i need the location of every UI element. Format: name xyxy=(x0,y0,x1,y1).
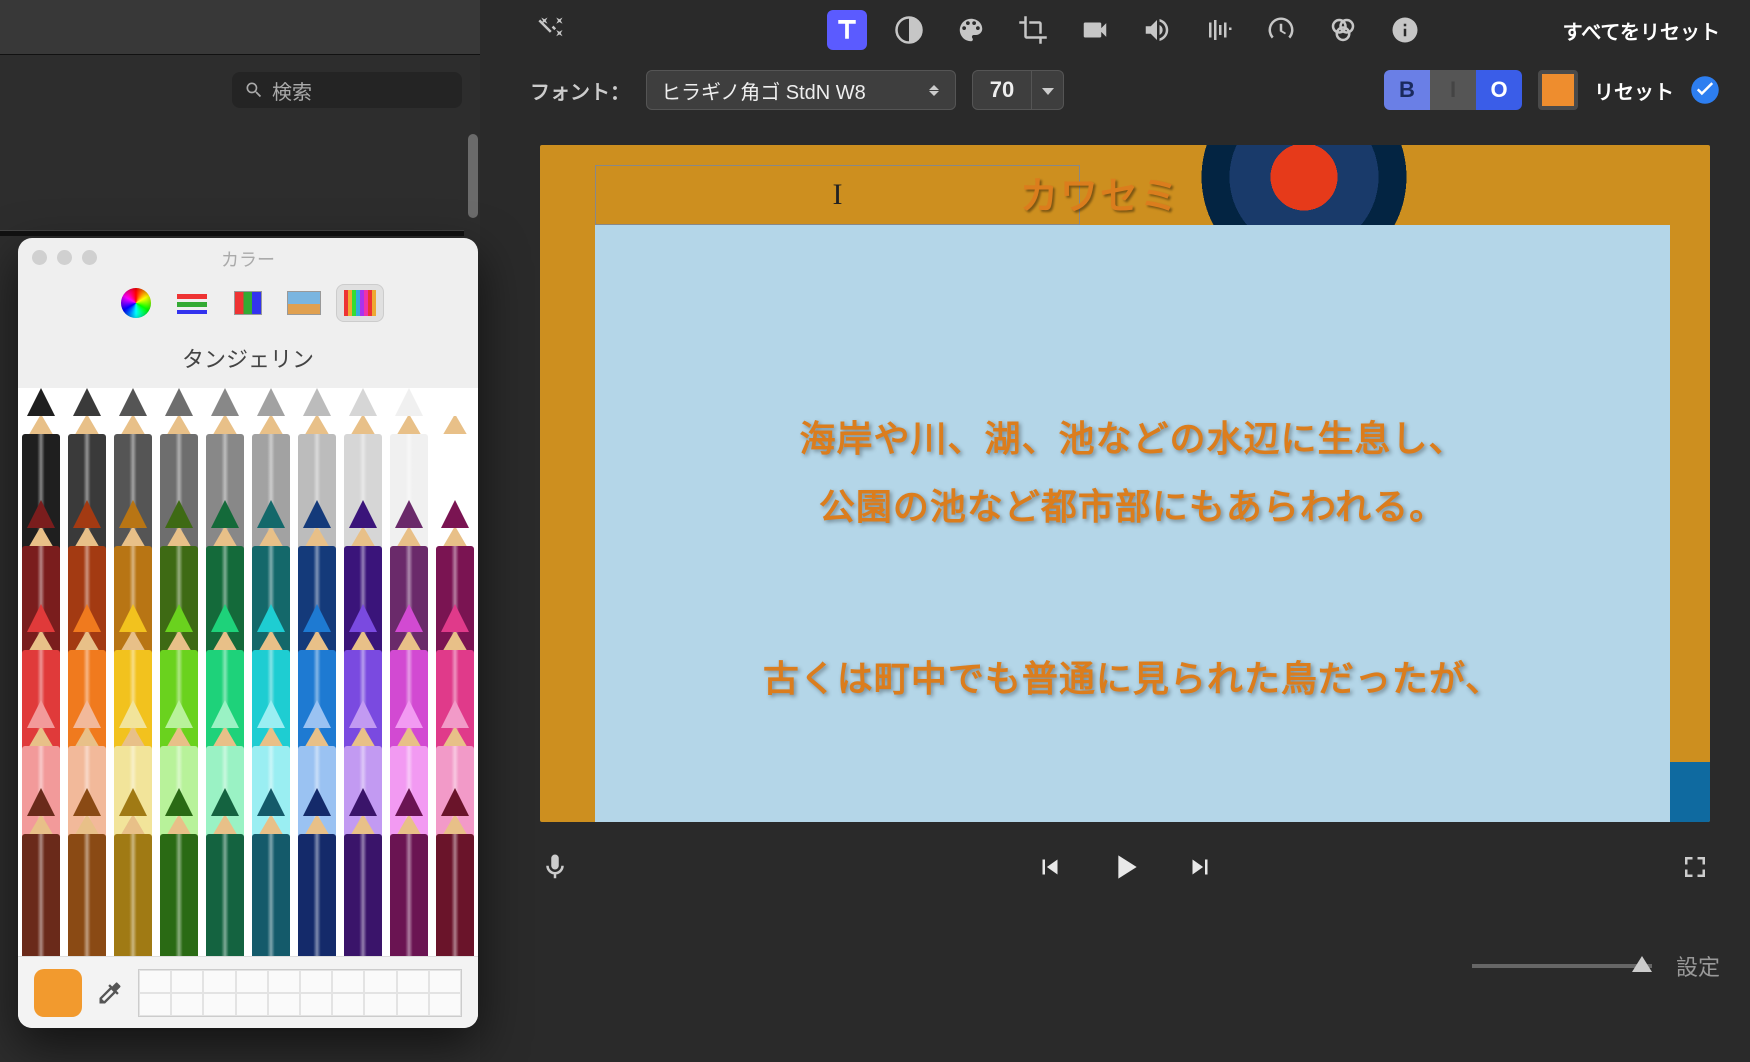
body-text-block[interactable]: 海岸や川、湖、池などの水辺に生息し、 公園の池など都市部にもあらわれる。 古くは… xyxy=(595,225,1670,822)
crop-tab-icon[interactable] xyxy=(1013,10,1053,50)
prev-frame-icon[interactable] xyxy=(1035,852,1065,882)
magic-wand-icon[interactable] xyxy=(530,10,570,50)
font-label: フォント： xyxy=(530,76,630,105)
stabilize-tab-icon[interactable] xyxy=(1075,10,1115,50)
color-pencils-tab[interactable] xyxy=(336,284,384,322)
title-text[interactable]: カワセミ xyxy=(1020,165,1180,220)
search-placeholder: 検索 xyxy=(272,76,312,105)
speed-tab-icon[interactable] xyxy=(1261,10,1301,50)
color-balance-tab-icon[interactable] xyxy=(1323,10,1363,50)
color-picker-panel: カラー タンジェリン xyxy=(18,238,478,1028)
current-color-swatch[interactable] xyxy=(34,969,82,1017)
body-line: 公園の池など都市部にもあらわれる。 xyxy=(595,473,1670,541)
font-select-value: ヒラギノ角ゴ StdN W8 xyxy=(661,76,866,105)
next-frame-icon[interactable] xyxy=(1185,852,1215,882)
font-size-stepper[interactable] xyxy=(1032,70,1064,110)
color-sliders-tab[interactable] xyxy=(168,284,216,322)
font-select[interactable]: ヒラギノ角ゴ StdN W8 xyxy=(646,70,956,110)
swatch-wells[interactable] xyxy=(138,969,462,1017)
equalizer-tab-icon[interactable] xyxy=(1199,10,1239,50)
zoom-thumb[interactable] xyxy=(1632,956,1652,972)
chevron-updown-icon xyxy=(927,85,941,96)
pencil-color[interactable] xyxy=(432,788,478,956)
pencils-icon xyxy=(344,290,376,316)
filter-tab-icon[interactable] xyxy=(889,10,929,50)
color-wheel-icon xyxy=(121,288,151,318)
apply-check-icon[interactable] xyxy=(1690,75,1720,105)
text-cursor-icon: I xyxy=(833,178,843,212)
reset-all-button[interactable]: すべてをリセット xyxy=(1563,16,1720,45)
title-text-input[interactable]: I xyxy=(595,165,1080,225)
italic-button[interactable]: I xyxy=(1430,70,1476,110)
reset-button[interactable]: リセット xyxy=(1594,76,1674,105)
color-palettes-tab[interactable] xyxy=(224,284,272,322)
font-size-input[interactable]: 70 xyxy=(972,70,1032,110)
video-preview[interactable]: I カワセミ 海岸や川、湖、池などの水辺に生息し、 公園の池など都市部にもあらわ… xyxy=(540,145,1710,822)
fullscreen-icon[interactable] xyxy=(1680,852,1710,882)
pencil-color[interactable] xyxy=(248,788,294,956)
pencil-color[interactable] xyxy=(18,788,64,956)
outline-button[interactable]: O xyxy=(1476,70,1522,110)
pencil-grid xyxy=(18,388,478,956)
zoom-slider[interactable] xyxy=(1472,964,1652,968)
pencil-color[interactable] xyxy=(386,788,432,956)
selected-color-name: タンジェリン xyxy=(18,336,478,388)
pencil-color[interactable] xyxy=(110,788,156,956)
search-icon xyxy=(244,80,264,100)
pencil-color[interactable] xyxy=(294,788,340,956)
color-tab-icon[interactable] xyxy=(951,10,991,50)
pencil-color[interactable] xyxy=(202,788,248,956)
color-wheel-tab[interactable] xyxy=(112,284,160,322)
palette-icon xyxy=(234,291,262,315)
sidebar-scrollbar[interactable] xyxy=(468,134,478,218)
voiceover-icon[interactable] xyxy=(540,848,570,886)
sliders-icon xyxy=(177,292,207,314)
bold-button[interactable]: B xyxy=(1384,70,1430,110)
eyedropper-icon[interactable] xyxy=(96,979,124,1007)
inspector-toolbar: すべてをリセット xyxy=(500,0,1750,60)
play-icon[interactable] xyxy=(1105,847,1145,887)
body-line: 海岸や川、湖、池などの水辺に生息し、 xyxy=(595,405,1670,473)
color-panel-title: カラー xyxy=(18,246,478,272)
search-input[interactable]: 検索 xyxy=(232,72,462,108)
color-image-tab[interactable] xyxy=(280,284,328,322)
pencil-color[interactable] xyxy=(64,788,110,956)
body-line: 古くは町中でも普通に見られた鳥だったが、 xyxy=(595,645,1670,713)
pencil-color[interactable] xyxy=(156,788,202,956)
text-style-group: B I O xyxy=(1384,70,1522,110)
image-icon xyxy=(287,291,321,315)
volume-tab-icon[interactable] xyxy=(1137,10,1177,50)
settings-button[interactable]: 設定 xyxy=(1676,950,1720,982)
pencil-color[interactable] xyxy=(340,788,386,956)
info-tab-icon[interactable] xyxy=(1385,10,1425,50)
titles-tab-icon[interactable] xyxy=(827,10,867,50)
text-color-swatch[interactable] xyxy=(1538,70,1578,110)
